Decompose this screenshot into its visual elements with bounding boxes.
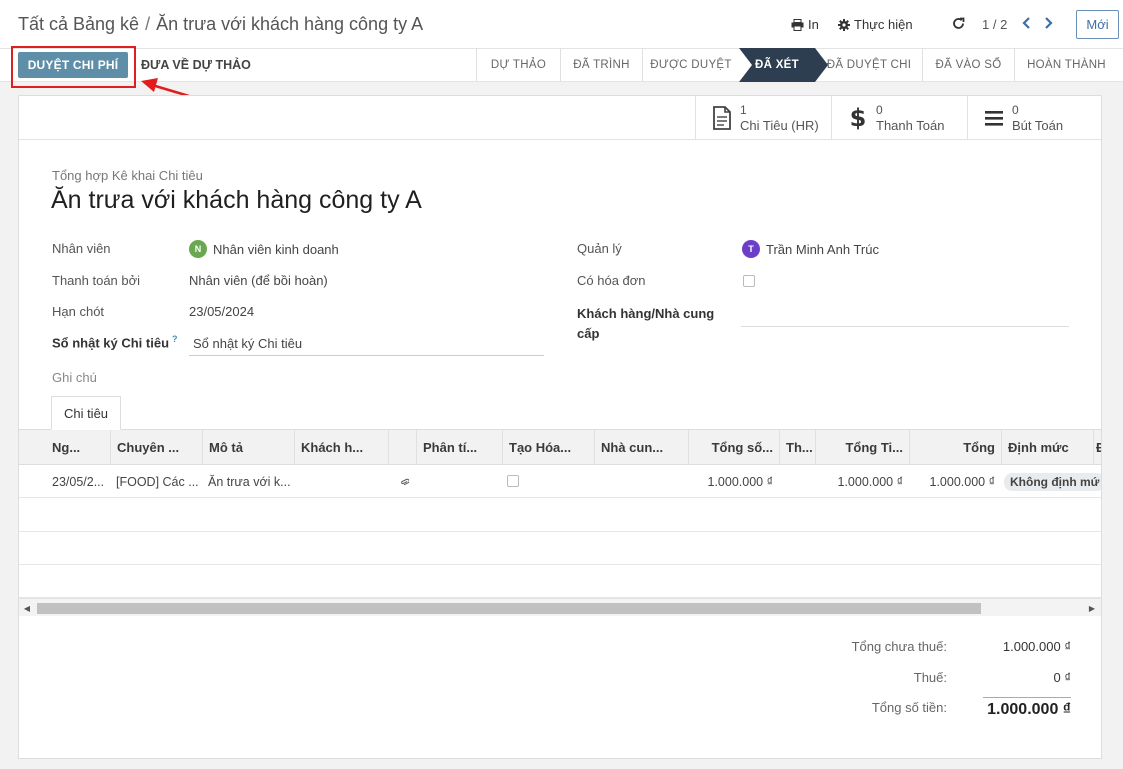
journal-field-underline xyxy=(189,355,544,356)
vendor-label: Khách hàng/Nhà cung cấp xyxy=(577,304,714,344)
vendor-field[interactable] xyxy=(741,326,1069,327)
column-description[interactable]: Mô tả xyxy=(202,430,294,465)
column-category[interactable]: Chuyên ... xyxy=(110,430,202,465)
employee-label: Nhân viên xyxy=(52,241,111,256)
document-icon xyxy=(710,106,734,130)
tax-amount-value: 0 ₫ xyxy=(1053,670,1071,685)
untaxed-amount-value: 1.000.000 ₫ xyxy=(1002,639,1071,654)
column-tax[interactable]: Th... xyxy=(779,430,815,465)
smart-button-journal-label: Bút Toán xyxy=(1012,118,1064,133)
column-total[interactable]: Tổng xyxy=(909,430,1001,465)
manager-value: Trần Minh Anh Trúc xyxy=(766,241,879,257)
form-sheet: 1 Chi Tiêu (HR) $ 0 Thanh Toán 0 Bút Toán T… xyxy=(18,95,1102,759)
column-customer[interactable]: Khách h... xyxy=(294,430,388,465)
smart-button-payments-count: 0 xyxy=(876,103,883,117)
notes-label[interactable]: Ghi chú xyxy=(52,370,97,385)
employee-value: Nhân viên kinh doanh xyxy=(213,241,339,257)
smart-button-payments-label: Thanh Toán xyxy=(876,118,945,133)
cell-vendor xyxy=(594,465,688,498)
cell-tax xyxy=(779,465,815,498)
smart-button-journal-count: 0 xyxy=(1012,103,1019,117)
vendor-label-line2: cấp xyxy=(577,326,600,341)
paid-by-label: Thanh toán bởi xyxy=(52,273,141,288)
smart-button-payments[interactable]: $ 0 Thanh Toán xyxy=(831,96,967,140)
invoice-label: Có hóa đơn xyxy=(577,273,646,288)
form-subtitle: Tổng hợp Kê khai Chi tiêu xyxy=(52,168,203,183)
page-title[interactable]: Ăn trưa với khách hàng công ty A xyxy=(51,186,422,215)
total-amount-value: 1.000.000 ₫ xyxy=(987,701,1071,718)
employee-field[interactable]: N Nhân viên kinh doanh xyxy=(189,240,339,258)
tax-amount-label: Thuế: xyxy=(913,670,947,685)
scroll-left-arrow-icon[interactable]: ◀ xyxy=(21,601,33,615)
column-attachment[interactable] xyxy=(388,430,416,465)
smart-button-box: 1 Chi Tiêu (HR) $ 0 Thanh Toán 0 Bút Toán xyxy=(19,96,1101,140)
empty-table-row[interactable] xyxy=(19,565,1101,598)
dollar-icon: $ xyxy=(849,104,867,132)
cell-norm: Không định mứ xyxy=(1001,465,1101,498)
smart-button-journal-entries[interactable]: 0 Bút Toán xyxy=(967,96,1101,140)
deadline-field[interactable]: 23/05/2024 xyxy=(189,304,254,319)
cell-create-invoice-checkbox[interactable] xyxy=(507,475,519,487)
smart-button-expenses-count: 1 xyxy=(740,103,747,117)
cell-total: 1.000.000 ₫ xyxy=(929,474,996,489)
cell-category: [FOOD] Các ... xyxy=(116,474,199,489)
column-create-invoice[interactable]: Tạo Hóa... xyxy=(502,430,594,465)
cell-total-amount: 1.000.000 ₫ xyxy=(837,474,904,489)
paid-by-field[interactable]: Nhân viên (để bồi hoàn) xyxy=(189,273,328,288)
norm-badge: Không định mứ xyxy=(1004,472,1101,491)
empty-table-row[interactable] xyxy=(19,499,1101,532)
expense-table-header: Ng... Chuyên ... Mô tả Khách h... Phân t… xyxy=(19,430,1101,465)
cell-description: Ăn trưa với k... xyxy=(208,474,291,489)
paperclip-icon[interactable] xyxy=(395,465,415,498)
scroll-right-arrow-icon[interactable]: ▶ xyxy=(1086,601,1098,615)
column-vendor[interactable]: Nhà cun... xyxy=(594,430,688,465)
cell-total-quantity: 1.000.000 ₫ xyxy=(707,474,774,489)
scrollbar-thumb[interactable] xyxy=(37,603,981,614)
smart-button-expenses[interactable]: 1 Chi Tiêu (HR) xyxy=(695,96,831,140)
cell-analytic xyxy=(416,465,502,498)
journal-label-text: Sổ nhật ký Chi tiêu xyxy=(52,335,170,351)
column-analytic[interactable]: Phân tí... xyxy=(416,430,502,465)
cell-customer xyxy=(294,465,388,498)
invoice-checkbox[interactable] xyxy=(743,275,755,287)
manager-avatar: T xyxy=(742,240,760,258)
journal-label: Sổ nhật ký Chi tiêu? xyxy=(52,334,178,350)
untaxed-amount-label: Tổng chưa thuế: xyxy=(851,639,947,654)
list-icon xyxy=(982,106,1006,130)
cell-date: 23/05/2... xyxy=(52,474,105,489)
column-total-quantity[interactable]: Tổng số... xyxy=(688,430,779,465)
employee-avatar: N xyxy=(189,240,207,258)
column-norm[interactable]: Định mức xyxy=(1001,430,1093,465)
manager-field[interactable]: T Trần Minh Anh Trúc xyxy=(742,240,879,258)
column-extra[interactable]: Đ xyxy=(1093,430,1101,465)
tab-expenses[interactable]: Chi tiêu xyxy=(51,396,121,430)
vendor-label-line1: Khách hàng/Nhà cung xyxy=(577,306,715,321)
manager-label: Quản lý xyxy=(577,241,622,256)
column-date[interactable]: Ng... xyxy=(46,430,110,465)
deadline-label: Hạn chót xyxy=(52,304,105,319)
totals-divider xyxy=(983,697,1071,698)
help-tooltip-icon[interactable]: ? xyxy=(172,334,178,344)
total-amount-label: Tổng số tiền: xyxy=(871,700,947,715)
smart-button-expenses-label: Chi Tiêu (HR) xyxy=(740,118,819,133)
column-total-amount[interactable]: Tổng Ti... xyxy=(815,430,909,465)
empty-table-row[interactable] xyxy=(19,532,1101,565)
journal-field[interactable]: Sổ nhật ký Chi tiêu xyxy=(193,336,302,351)
horizontal-scrollbar[interactable]: ◀ ▶ xyxy=(19,598,1101,616)
table-row[interactable]: 23/05/2... [FOOD] Các ... Ăn trưa với k.… xyxy=(19,465,1101,498)
